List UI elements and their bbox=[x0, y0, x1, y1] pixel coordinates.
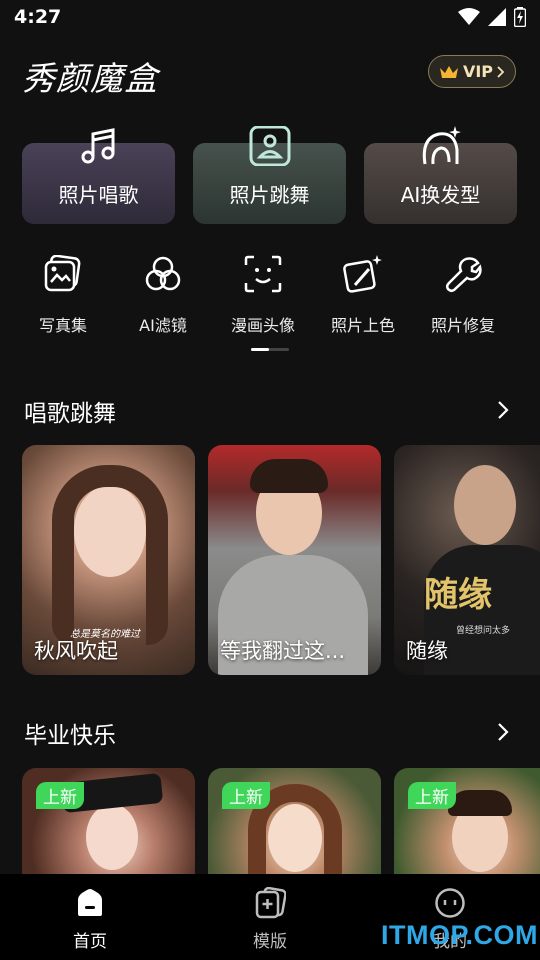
feature-cards: 照片唱歌 照片跳舞 AI换发型 bbox=[22, 123, 518, 225]
vip-button[interactable]: VIP bbox=[428, 55, 516, 88]
app-logo: 秀颜魔盒 bbox=[22, 59, 158, 98]
graduation-carousel: 上新 上新 上新 bbox=[22, 768, 540, 878]
filter-circles-icon bbox=[143, 254, 183, 294]
nav-templates[interactable]: 模版 bbox=[210, 886, 330, 952]
watermark-text: ITMOP.COM bbox=[381, 920, 539, 950]
tool-ai-filter[interactable]: AI滤镜 bbox=[115, 254, 211, 336]
tool-label: 照片修复 bbox=[430, 316, 495, 335]
video-card[interactable]: 总是莫名的难过 秋风吹起 bbox=[22, 445, 195, 675]
thumbnail-hair bbox=[250, 459, 328, 493]
chevron-right-icon[interactable] bbox=[496, 399, 510, 421]
face-scan-icon bbox=[243, 254, 283, 294]
signal-icon bbox=[488, 8, 506, 26]
new-badge: 上新 bbox=[408, 782, 456, 809]
chevron-right-icon[interactable] bbox=[496, 721, 510, 743]
tool-label: 漫画头像 bbox=[230, 316, 295, 335]
sing-dance-carousel: 总是莫名的难过 秋风吹起 等我翻过这... 随缘 曾经想问太多 随缘 bbox=[22, 445, 540, 675]
tool-comic-avatar[interactable]: 漫画头像 bbox=[215, 254, 311, 336]
feature-ai-hairstyle-button[interactable]: AI换发型 bbox=[364, 126, 517, 224]
thumbnail-overlay-title: 随缘 bbox=[424, 575, 492, 615]
video-caption: 等我翻过这... bbox=[220, 639, 346, 663]
nav-label: 模版 bbox=[253, 932, 287, 952]
template-card[interactable]: 上新 bbox=[394, 768, 540, 878]
battery-icon bbox=[514, 7, 526, 27]
tools-row: 写真集 AI滤镜 漫画头像 照片上色 照片修复 bbox=[0, 254, 540, 339]
section-title: 毕业快乐 bbox=[24, 723, 116, 749]
tools-page-indicator bbox=[251, 348, 289, 351]
feature-label: AI换发型 bbox=[400, 183, 481, 207]
tool-colorize[interactable]: 照片上色 bbox=[315, 254, 411, 336]
feature-label: 照片跳舞 bbox=[229, 183, 310, 207]
new-badge: 上新 bbox=[222, 782, 270, 809]
new-badge: 上新 bbox=[36, 782, 84, 809]
feature-photo-sing-button[interactable]: 照片唱歌 bbox=[22, 128, 175, 224]
video-caption: 秋风吹起 bbox=[34, 639, 118, 663]
status-bar: 4:27 bbox=[0, 0, 540, 36]
section-title: 唱歌跳舞 bbox=[24, 401, 116, 427]
thumbnail-face bbox=[86, 804, 138, 870]
template-card[interactable]: 上新 bbox=[22, 768, 195, 878]
feature-label: 照片唱歌 bbox=[58, 183, 139, 207]
video-caption: 随缘 bbox=[406, 639, 448, 663]
home-icon bbox=[73, 886, 107, 920]
template-icon bbox=[253, 886, 287, 920]
thumbnail-face bbox=[454, 465, 516, 545]
video-card[interactable]: 随缘 曾经想问太多 随缘 bbox=[394, 445, 540, 675]
vip-label: VIP bbox=[462, 62, 494, 81]
chevron-right-icon bbox=[497, 65, 505, 78]
music-note-icon bbox=[76, 123, 122, 169]
app-header: 秀颜魔盒 VIP bbox=[0, 50, 540, 98]
nav-home[interactable]: 首页 bbox=[30, 886, 150, 952]
video-card[interactable]: 等我翻过这... bbox=[208, 445, 381, 675]
nav-label: 首页 bbox=[73, 932, 107, 952]
template-card[interactable]: 上新 bbox=[208, 768, 381, 878]
thumbnail-hair bbox=[448, 790, 512, 816]
section-header-sing-dance[interactable]: 唱歌跳舞 bbox=[24, 394, 516, 428]
section-header-graduation[interactable]: 毕业快乐 bbox=[24, 716, 516, 750]
tool-label: AI滤镜 bbox=[139, 316, 187, 335]
portrait-frame-icon bbox=[247, 123, 293, 169]
wifi-icon bbox=[458, 8, 480, 25]
crown-icon bbox=[439, 65, 458, 78]
profile-icon bbox=[433, 886, 467, 920]
status-time: 4:27 bbox=[14, 6, 62, 28]
tool-photo-repair[interactable]: 照片修复 bbox=[415, 254, 511, 336]
colorize-icon bbox=[343, 254, 383, 294]
status-icons bbox=[458, 7, 526, 27]
thumbnail-hair bbox=[52, 465, 168, 645]
wrench-icon bbox=[443, 254, 483, 294]
feature-photo-dance-button[interactable]: 照片跳舞 bbox=[193, 126, 346, 224]
tool-photo-album[interactable]: 写真集 bbox=[15, 254, 111, 336]
photo-album-icon bbox=[43, 254, 83, 294]
hair-sparkle-icon bbox=[418, 123, 464, 169]
thumbnail-overlay-sub: 曾经想问太多 bbox=[456, 626, 511, 636]
tool-label: 写真集 bbox=[38, 316, 87, 335]
tool-label: 照片上色 bbox=[330, 316, 395, 335]
